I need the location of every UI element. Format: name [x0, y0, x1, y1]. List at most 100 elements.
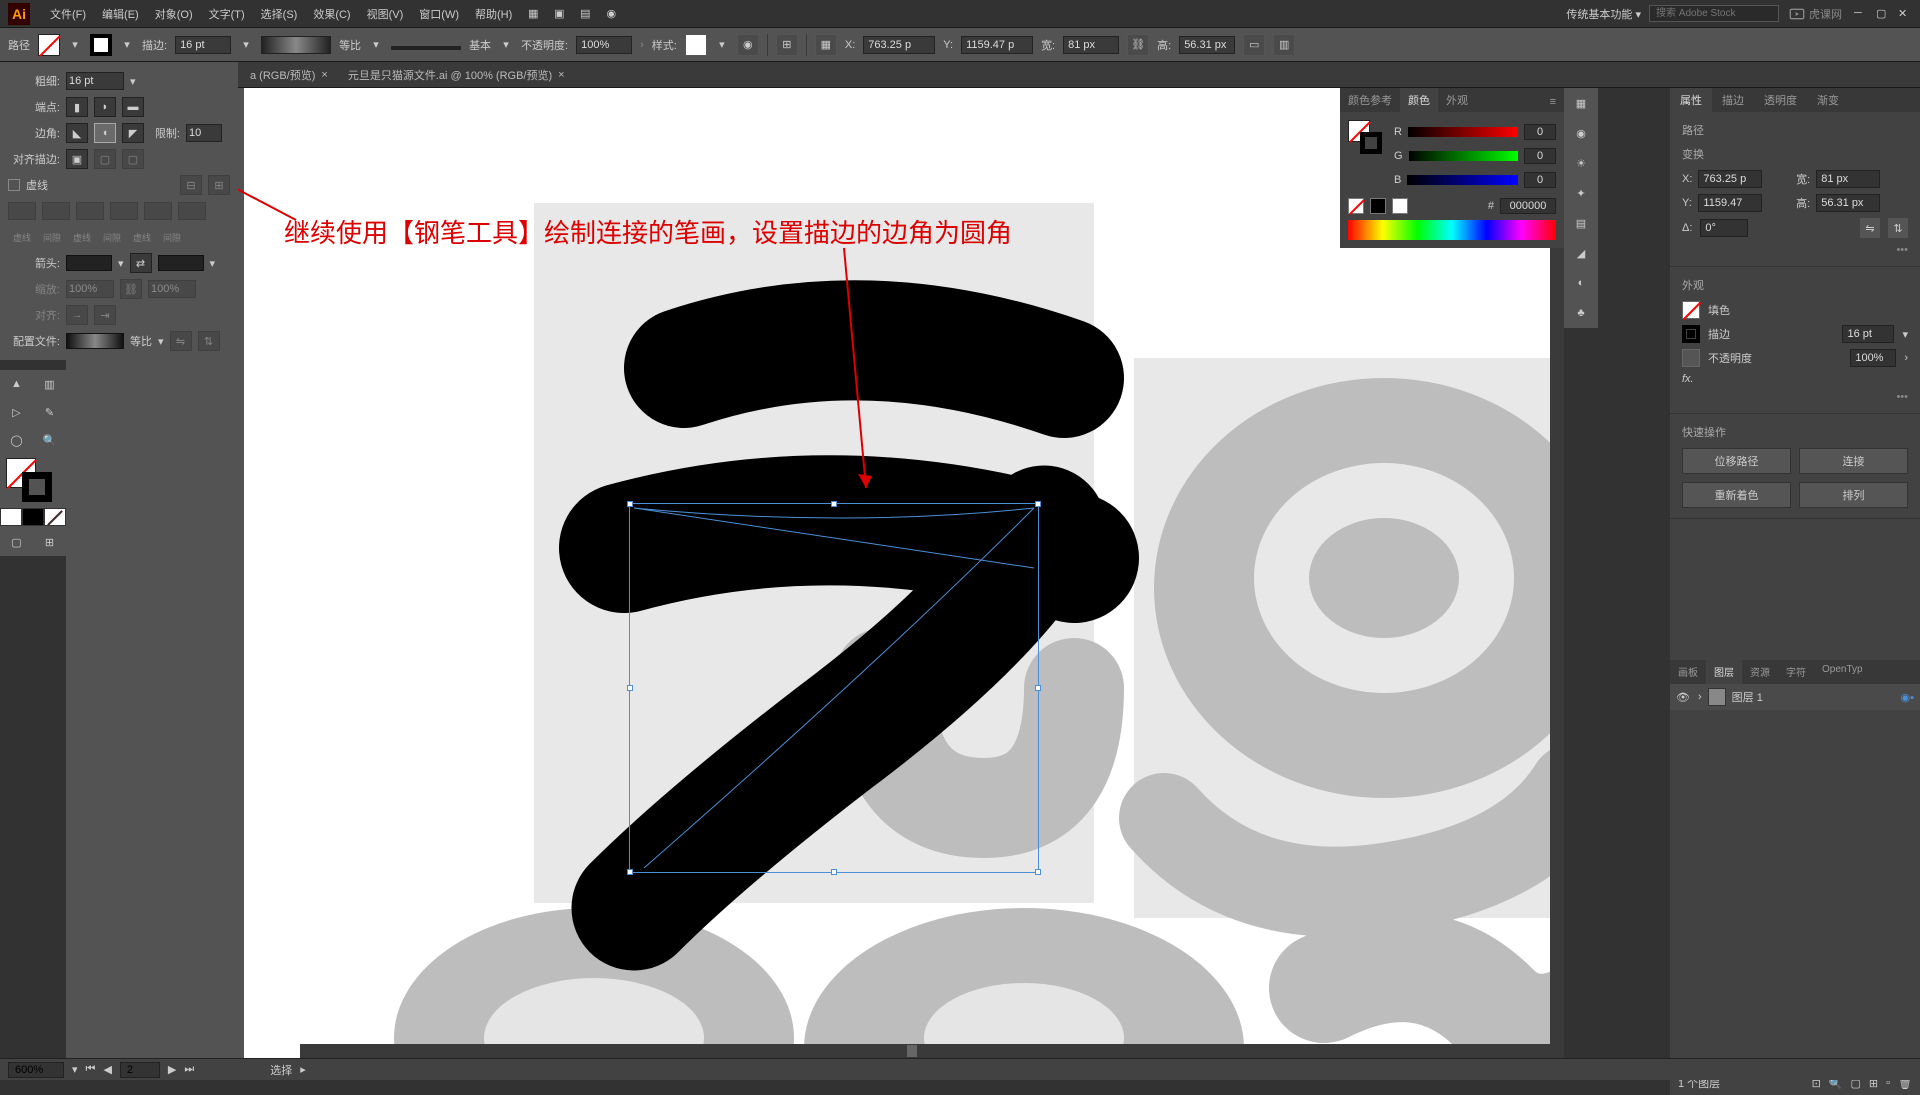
- lasso-tool-icon[interactable]: ◯: [0, 426, 33, 454]
- nav-next-icon[interactable]: ▶: [168, 1063, 176, 1076]
- shape-icon[interactable]: ▭: [1243, 34, 1265, 56]
- gpu-icon[interactable]: ◉: [600, 3, 622, 25]
- colorguide-tab[interactable]: 颜色参考: [1340, 88, 1400, 112]
- flip-h-icon[interactable]: ⇋: [1860, 218, 1880, 238]
- recolor-icon[interactable]: ◉: [737, 34, 759, 56]
- visibility-icon[interactable]: 👁: [1676, 691, 1692, 704]
- prop-y-input[interactable]: [1698, 194, 1762, 212]
- selection-indicator[interactable]: ◉▪: [1901, 691, 1915, 704]
- g-input[interactable]: [1524, 148, 1556, 164]
- join-button[interactable]: 连接: [1799, 448, 1908, 474]
- arrow-end[interactable]: [158, 255, 204, 271]
- menu-edit[interactable]: 编辑(E): [94, 6, 147, 22]
- isolate-icon[interactable]: ▥: [1273, 34, 1295, 56]
- color-mode-black[interactable]: [22, 508, 44, 526]
- bridge-icon[interactable]: ▦: [522, 3, 544, 25]
- prop-opacity-swatch[interactable]: [1682, 349, 1700, 367]
- artboard-input[interactable]: [120, 1062, 160, 1078]
- zoom-input[interactable]: [8, 1062, 64, 1078]
- dashed-checkbox[interactable]: [8, 179, 20, 191]
- fill-swatch[interactable]: [38, 34, 60, 56]
- opacity-input[interactable]: [576, 36, 632, 54]
- menu-effect[interactable]: 效果(C): [305, 6, 358, 22]
- horizontal-scrollbar[interactable]: [300, 1044, 1564, 1058]
- dock-icon[interactable]: ⊞: [33, 528, 66, 556]
- layers-tab[interactable]: 图层: [1706, 660, 1742, 684]
- brushes-icon[interactable]: ☀: [1564, 148, 1598, 178]
- spectrum-picker[interactable]: [1348, 220, 1556, 240]
- weight-input[interactable]: [66, 72, 124, 90]
- opentype-tab[interactable]: OpenTyp: [1814, 660, 1871, 684]
- nav-first-icon[interactable]: ⏮: [86, 1063, 96, 1076]
- pen-tool-icon[interactable]: ✎: [33, 398, 66, 426]
- libraries-icon[interactable]: ◉: [1564, 118, 1598, 148]
- align-icon[interactable]: ⊞: [776, 34, 798, 56]
- corner-miter-icon[interactable]: ◣: [66, 123, 88, 143]
- fill-dropdown[interactable]: ▾: [68, 38, 82, 52]
- magnify-tool-icon[interactable]: 🔍: [33, 426, 66, 454]
- assets-tab[interactable]: 资源: [1742, 660, 1778, 684]
- r-input[interactable]: [1524, 124, 1556, 140]
- tab-2-close-icon[interactable]: ×: [558, 69, 564, 81]
- prop-x-input[interactable]: [1698, 170, 1762, 188]
- profile-dd[interactable]: ▾: [369, 38, 383, 52]
- cap-butt-icon[interactable]: ▮: [66, 97, 88, 117]
- menu-object[interactable]: 对象(O): [147, 6, 201, 22]
- prop-h-input[interactable]: [1816, 194, 1880, 212]
- r-slider[interactable]: [1408, 127, 1518, 137]
- none-swatch[interactable]: [1348, 198, 1364, 214]
- link-wh-icon[interactable]: ⛓: [1127, 34, 1149, 56]
- fill-stroke-widget[interactable]: [0, 454, 66, 508]
- gradient-tab[interactable]: 渐变: [1807, 88, 1849, 112]
- w-input[interactable]: [1063, 36, 1119, 54]
- arrange-icon[interactable]: ▣: [548, 3, 570, 25]
- menu-select[interactable]: 选择(S): [253, 6, 306, 22]
- menu-file[interactable]: 文件(F): [42, 6, 94, 22]
- recolor-button[interactable]: 重新着色: [1682, 482, 1791, 508]
- corner-round-icon[interactable]: ◖: [94, 123, 116, 143]
- stroke-profile[interactable]: [261, 36, 331, 54]
- tab-2[interactable]: 元旦是只猫源文件.ai @ 100% (RGB/预览)×: [338, 63, 575, 87]
- swap-arrows-icon[interactable]: ⇄: [130, 253, 152, 273]
- weight-dd[interactable]: ▾: [130, 75, 136, 88]
- menu-view[interactable]: 视图(V): [359, 6, 412, 22]
- hex-input[interactable]: [1500, 198, 1556, 214]
- color-mode-none[interactable]: [44, 508, 66, 526]
- tab-1[interactable]: a (RGB/预览)×: [240, 63, 338, 87]
- color-tab[interactable]: 颜色: [1400, 88, 1438, 112]
- stroke-box[interactable]: [22, 472, 52, 502]
- offset-path-button[interactable]: 位移路径: [1682, 448, 1791, 474]
- nav-last-icon[interactable]: ⏭: [184, 1063, 194, 1076]
- stroke-swatch[interactable]: [90, 34, 112, 56]
- menu-help[interactable]: 帮助(H): [467, 6, 520, 22]
- color-fillstroke[interactable]: [1348, 120, 1384, 156]
- panel-menu-icon[interactable]: ≡: [1542, 92, 1564, 112]
- brush-preview[interactable]: [391, 46, 461, 50]
- selection-box[interactable]: [629, 503, 1039, 873]
- arrange-button[interactable]: 排列: [1799, 482, 1908, 508]
- artboards-tab[interactable]: 画板: [1670, 660, 1706, 684]
- layer-row[interactable]: 👁 › 图层 1 ◉▪: [1670, 684, 1920, 710]
- nav-prev-icon[interactable]: ◀: [103, 1063, 111, 1076]
- x-input[interactable]: [863, 36, 935, 54]
- doc-setup-icon[interactable]: ▤: [574, 3, 596, 25]
- screen-mode-icon[interactable]: ▢: [0, 528, 33, 556]
- cap-square-icon[interactable]: ▬: [122, 97, 144, 117]
- properties-icon[interactable]: ▦: [1564, 88, 1598, 118]
- appearance-more[interactable]: •••: [1682, 391, 1908, 403]
- fx-label[interactable]: fx.: [1682, 373, 1694, 385]
- brush-dd[interactable]: ▾: [499, 38, 513, 52]
- style-swatch[interactable]: [685, 34, 707, 56]
- char-tab[interactable]: 字符: [1778, 660, 1814, 684]
- y-input[interactable]: [961, 36, 1033, 54]
- black-swatch[interactable]: [1370, 198, 1386, 214]
- prop-stroke-weight[interactable]: [1842, 325, 1894, 343]
- g-slider[interactable]: [1409, 151, 1518, 161]
- close-icon[interactable]: ✕: [1898, 7, 1912, 21]
- gradient-icon[interactable]: ◢: [1564, 238, 1598, 268]
- menu-window[interactable]: 窗口(W): [411, 6, 467, 22]
- h-input[interactable]: [1179, 36, 1235, 54]
- direct-select-icon[interactable]: ▷: [0, 398, 33, 426]
- stroke-weight-input[interactable]: [175, 36, 231, 54]
- props-tab[interactable]: 属性: [1670, 88, 1712, 112]
